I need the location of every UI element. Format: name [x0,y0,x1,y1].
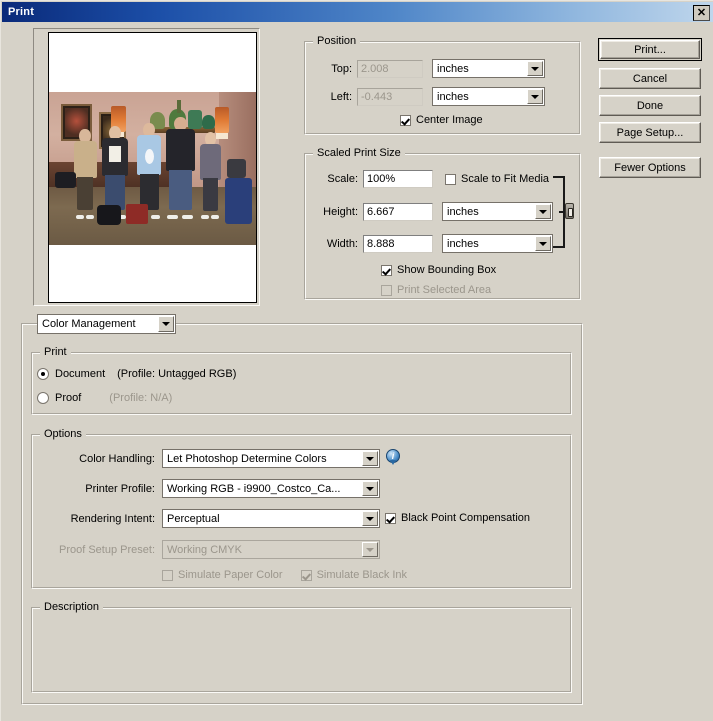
options-group: Options Color Handling: Let Photoshop De… [31,428,572,589]
proof-label: Proof [55,392,82,404]
description-text [42,620,561,684]
proof-setup-preset-dropdown: Working CMYK [162,540,380,559]
chevron-down-icon[interactable] [535,204,551,219]
black-point-compensation-label: Black Point Compensation [401,512,531,524]
description-group-title: Description [40,601,104,613]
chevron-down-icon [362,542,378,557]
width-label: Width: [326,237,358,250]
width-units-dropdown[interactable]: inches [442,234,553,253]
chain-link-icon[interactable] [565,203,574,219]
left-units-dropdown[interactable]: inches [432,87,545,106]
section-selector-dropdown[interactable]: Color Management [37,314,176,334]
center-image-checkbox[interactable] [400,114,411,126]
chevron-down-icon[interactable] [362,511,378,526]
top-units-dropdown[interactable]: inches [432,59,545,78]
fewer-options-button[interactable]: Fewer Options [599,157,701,178]
page-setup-button[interactable]: Page Setup... [599,122,701,143]
print-button[interactable]: Print... [600,40,700,59]
simulate-black-ink-checkbox [300,569,312,581]
color-handling-dropdown[interactable]: Let Photoshop Determine Colors [162,449,380,468]
chevron-down-icon[interactable] [527,61,543,76]
simulate-black-ink-label: Simulate Black Ink [316,569,408,581]
print-dialog: Print ✕ Position Top: 2.008 inches Left:… [0,0,713,721]
document-profile-label: (Profile: Untagged RGB) [117,368,237,380]
black-point-compensation-checkbox[interactable] [385,512,396,524]
scale-label: Scale: [327,173,358,185]
cancel-button[interactable]: Cancel [599,68,701,89]
chevron-down-icon[interactable] [535,236,551,251]
print-preview[interactable] [33,28,260,306]
print-source-group-title: Print [40,346,71,358]
height-units-dropdown[interactable]: inches [442,202,553,221]
close-icon[interactable]: ✕ [693,5,710,21]
rendering-intent-value: Perceptual [167,512,220,525]
left-label: Left: [330,90,352,103]
rendering-intent-label: Rendering Intent: [70,512,155,525]
chevron-down-icon[interactable] [527,89,543,104]
print-selected-area-label: Print Selected Area [397,284,492,296]
preview-page [48,32,257,303]
position-group-title: Position [313,35,361,47]
proof-radio[interactable] [37,392,49,404]
document-label: Document [55,368,106,380]
document-radio[interactable] [37,368,49,380]
height-input[interactable]: 6.667 [363,202,433,221]
chevron-down-icon[interactable] [362,481,378,496]
proof-setup-preset-value: Working CMYK [167,543,242,556]
position-group: Position Top: 2.008 inches Left: -0.443 … [304,35,581,135]
printer-profile-value: Working RGB - i9900_Costco_Ca... [167,482,341,495]
scale-to-fit-media-label: Scale to Fit Media [461,173,550,185]
proof-setup-preset-label: Proof Setup Preset: [59,543,155,556]
scaled-print-size-group-title: Scaled Print Size [313,147,405,159]
scaled-print-size-group: Scaled Print Size Scale: 100% Scale to F… [304,147,581,300]
scale-input[interactable]: 100% [363,170,433,188]
print-source-group: Print Document (Profile: Untagged RGB) P… [31,346,572,415]
section-selector-value: Color Management [42,318,136,330]
info-icon[interactable]: i [386,449,400,465]
simulate-paper-color-label: Simulate Paper Color [178,569,283,581]
top-label: Top: [331,62,352,75]
preview-photo-image [49,92,256,245]
color-handling-value: Let Photoshop Determine Colors [167,452,327,465]
scale-to-fit-media-checkbox[interactable] [445,173,456,185]
center-image-label: Center Image [416,114,483,126]
show-bounding-box-label: Show Bounding Box [397,264,497,276]
dimension-link-bracket [553,176,565,248]
height-label: Height: [323,205,358,218]
done-button[interactable]: Done [599,95,701,116]
top-input[interactable]: 2.008 [357,59,423,78]
rendering-intent-dropdown[interactable]: Perceptual [162,509,380,528]
print-selected-area-checkbox [381,284,392,296]
chevron-down-icon[interactable] [362,451,378,466]
window-title: Print [8,6,35,18]
description-group: Description [31,601,572,693]
left-input[interactable]: -0.443 [357,87,423,106]
print-button-wrapper: Print... [598,38,702,61]
options-group-title: Options [40,428,86,440]
show-bounding-box-checkbox[interactable] [381,264,392,276]
simulate-paper-color-checkbox [162,569,173,581]
chevron-down-icon[interactable] [158,316,174,332]
color-handling-label: Color Handling: [79,452,155,465]
window-titlebar: Print ✕ [2,2,713,22]
proof-profile-label: (Profile: N/A) [109,392,173,404]
printer-profile-label: Printer Profile: [85,482,155,495]
printer-profile-dropdown[interactable]: Working RGB - i9900_Costco_Ca... [162,479,380,498]
width-input[interactable]: 8.888 [363,234,433,253]
